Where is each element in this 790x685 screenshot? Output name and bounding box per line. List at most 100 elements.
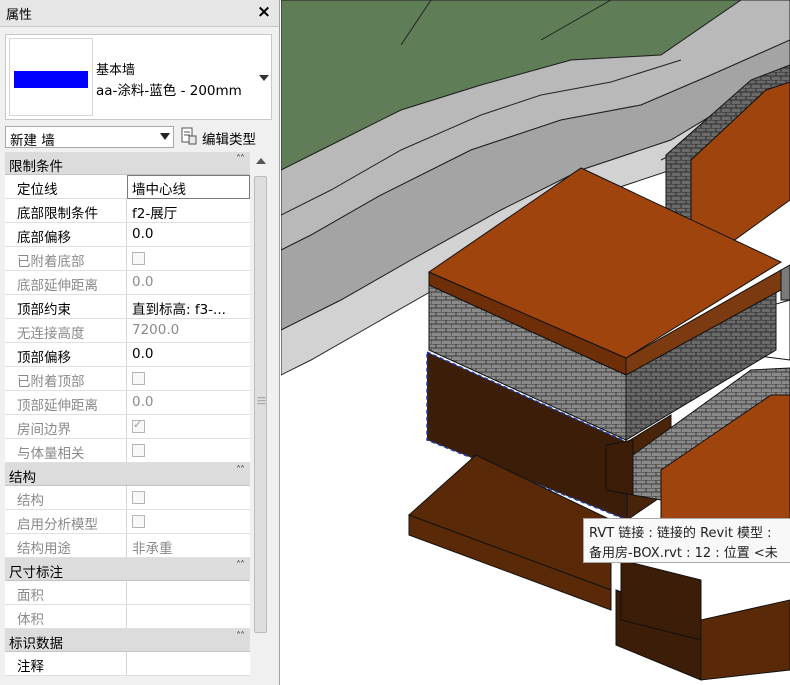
prop-name: 无连接高度	[17, 326, 85, 342]
prop-row-base-extension: 底部延伸距离 0.0	[5, 271, 250, 295]
category-structural[interactable]: 结构 ˄˄	[5, 463, 250, 486]
prop-name: 已附着顶部	[17, 374, 85, 390]
column-divider	[126, 247, 127, 271]
collapse-icon[interactable]: ˄˄	[236, 465, 245, 476]
category-label: 标识数据	[9, 636, 63, 652]
checkbox	[132, 444, 145, 457]
prop-row-top-constraint[interactable]: 顶部约束 直到标高: f3-...	[5, 295, 250, 319]
column-divider	[126, 510, 127, 534]
building-wall-grey	[780, 264, 790, 301]
element-tooltip: RVT 链接 : 链接的 Revit 模型 : 备用房-BOX.rvt : 12…	[583, 518, 790, 563]
palette-title: 属性	[6, 8, 33, 23]
prop-value: 0.0	[132, 274, 154, 290]
column-divider	[126, 391, 127, 415]
prop-value: 0.0	[132, 394, 154, 410]
tooltip-line-2: 备用房-BOX.rvt : 12 : 位置 <未	[589, 546, 778, 561]
column-divider	[126, 652, 127, 676]
palette-title-bar[interactable]: 属性 ×	[0, 0, 279, 27]
column-divider	[126, 581, 127, 605]
prop-value: 非承重	[132, 541, 173, 557]
collapse-icon[interactable]: ˄˄	[236, 560, 245, 571]
checkbox	[132, 418, 145, 433]
prop-row-room-bounding: 房间边界	[5, 415, 250, 439]
prop-row-unconnected-height: 无连接高度 7200.0	[5, 319, 250, 343]
prop-name: 注释	[17, 659, 44, 675]
prop-row-comments[interactable]: 注释	[5, 652, 250, 676]
checkbox	[132, 491, 145, 504]
prop-row-area: 面积	[5, 581, 250, 605]
category-label: 结构	[9, 470, 36, 486]
type-preview-swatch	[9, 38, 93, 116]
prop-name: 与体量相关	[17, 446, 85, 462]
category-label: 限制条件	[9, 159, 63, 175]
prop-name: 启用分析模型	[17, 517, 98, 533]
palette-scrollbar[interactable]: — — —	[252, 152, 269, 685]
category-label: 尺寸标注	[9, 565, 63, 581]
3d-viewport[interactable]	[281, 0, 790, 685]
prop-row-base-offset[interactable]: 底部偏移 0.0	[5, 223, 250, 247]
prop-row-top-extension: 顶部延伸距离 0.0	[5, 391, 250, 415]
prop-row-related-to-mass: 与体量相关	[5, 439, 250, 463]
type-family-label: 基本墙	[96, 63, 136, 78]
prop-value[interactable]: f2-展厅	[132, 202, 177, 222]
column-divider	[126, 199, 127, 223]
prop-value: 7200.0	[132, 322, 180, 338]
prop-row-base-constraint[interactable]: 底部限制条件 f2-展厅	[5, 199, 250, 223]
checkbox	[132, 252, 145, 265]
prop-value[interactable]: 直到标高: f3-...	[132, 298, 226, 318]
collapse-icon[interactable]: ˄˄	[236, 631, 245, 642]
scrollbar-thumb[interactable]: — — —	[254, 176, 267, 633]
close-button[interactable]: ×	[255, 2, 273, 22]
prop-name: 房间边界	[17, 422, 71, 438]
category-identity-data[interactable]: 标识数据 ˄˄	[5, 629, 250, 652]
prop-name: 已附着底部	[17, 254, 85, 270]
prop-row-location-line[interactable]: 定位线 墙中心线	[5, 175, 250, 199]
prop-name: 定位线	[17, 182, 58, 198]
prop-name: 体积	[17, 612, 44, 628]
prop-row-structural: 结构	[5, 486, 250, 510]
chevron-down-icon	[160, 133, 170, 140]
prop-name: 结构	[17, 493, 44, 509]
prop-row-analytical-model: 启用分析模型	[5, 510, 250, 534]
category-constraints[interactable]: 限制条件 ˄˄	[5, 152, 250, 175]
column-divider	[126, 439, 127, 463]
chevron-down-icon[interactable]	[258, 71, 270, 83]
column-divider	[126, 343, 127, 367]
scroll-up-arrow-icon[interactable]	[256, 158, 266, 164]
model-view	[281, 0, 790, 685]
type-selector[interactable]: 基本墙 aa-涂料-蓝色 - 200mm	[5, 34, 272, 120]
properties-palette: 属性 × 基本墙 aa-涂料-蓝色 - 200mm 新建 墙 编辑类型 限制条件…	[0, 0, 280, 685]
prop-row-base-attached: 已附着底部	[5, 247, 250, 271]
prop-name: 面积	[17, 588, 44, 604]
column-divider	[126, 271, 127, 295]
prop-name: 顶部延伸距离	[17, 398, 98, 414]
checkbox	[132, 515, 145, 528]
type-name-label: aa-涂料-蓝色 - 200mm	[96, 83, 242, 99]
tooltip-line-1: RVT 链接 : 链接的 Revit 模型 :	[589, 526, 772, 541]
category-dimensions[interactable]: 尺寸标注 ˄˄	[5, 558, 250, 581]
prop-value[interactable]: 墙中心线	[132, 178, 186, 198]
wall-color-stripe	[14, 71, 88, 88]
column-divider	[126, 486, 127, 510]
column-divider	[126, 223, 127, 247]
grip-icon: — — —	[257, 393, 266, 409]
prop-value[interactable]: 0.0	[132, 346, 153, 362]
instance-filter-dropdown[interactable]: 新建 墙	[5, 126, 174, 149]
prop-name: 结构用途	[17, 541, 71, 557]
column-divider	[126, 605, 127, 629]
prop-row-top-attached: 已附着顶部	[5, 367, 250, 391]
prop-name: 顶部约束	[17, 302, 71, 318]
prop-name: 底部限制条件	[17, 206, 98, 222]
column-divider	[126, 295, 127, 319]
instance-filter-value: 新建 墙	[10, 133, 55, 149]
checkbox	[132, 372, 145, 385]
column-divider	[126, 534, 127, 558]
prop-row-structural-usage: 结构用途 非承重	[5, 534, 250, 558]
edit-type-label: 编辑类型	[202, 132, 256, 148]
collapse-icon[interactable]: ˄˄	[236, 154, 245, 165]
prop-row-volume: 体积	[5, 605, 250, 629]
building-wall-dark	[605, 439, 634, 496]
column-divider	[126, 367, 127, 391]
prop-row-top-offset[interactable]: 顶部偏移 0.0	[5, 343, 250, 367]
prop-value[interactable]: 0.0	[132, 226, 153, 242]
